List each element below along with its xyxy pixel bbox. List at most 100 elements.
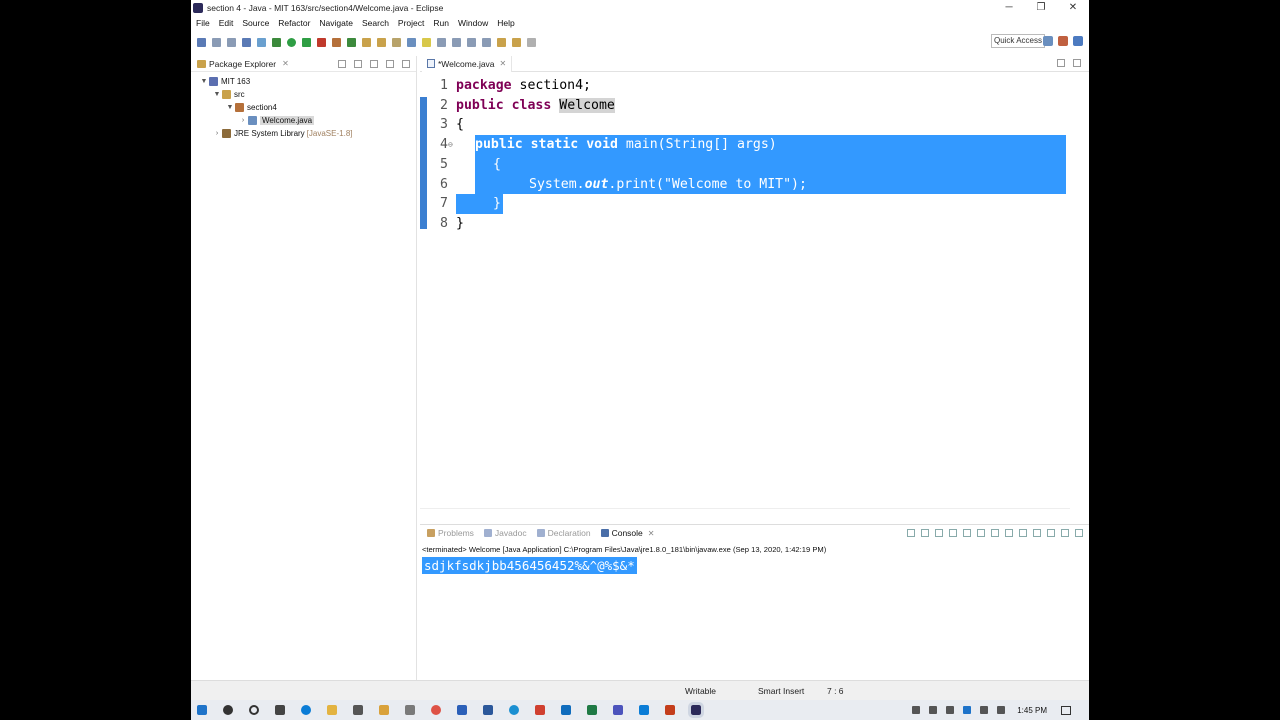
taskbar-clock[interactable]: 1:45 PM (1017, 706, 1047, 715)
word-icon[interactable] (483, 705, 493, 715)
chevron-right-icon[interactable]: › (212, 130, 222, 137)
store-icon[interactable] (353, 705, 363, 715)
run-icon[interactable] (287, 37, 296, 47)
cortana-icon[interactable] (249, 705, 259, 715)
edge-legacy-icon[interactable] (639, 705, 649, 715)
terminal-icon[interactable] (242, 37, 251, 47)
chevron-down-icon[interactable]: ▼ (212, 91, 222, 98)
open-type-icon[interactable] (377, 37, 386, 47)
outlook-icon[interactable] (561, 705, 571, 715)
media-icon[interactable] (535, 705, 545, 715)
menu-source[interactable]: Source (242, 18, 269, 28)
maximize-icon[interactable] (1073, 59, 1081, 67)
tab-declaration[interactable]: Declaration (532, 525, 596, 541)
tree-item[interactable]: ▼ MIT 163 (191, 75, 416, 88)
minimize-icon[interactable] (1061, 529, 1069, 537)
chevron-up-icon[interactable] (912, 706, 921, 714)
clear-console-icon[interactable] (949, 529, 957, 537)
show-on-error-icon[interactable] (1005, 529, 1013, 537)
new-icon[interactable] (197, 37, 206, 47)
menu-run[interactable]: Run (433, 18, 449, 28)
tree-item[interactable]: › JRE System Library [JavaSE-1.8] (191, 127, 416, 140)
file-explorer-icon[interactable] (327, 705, 337, 715)
java-perspective-icon[interactable] (1073, 36, 1083, 46)
console-output[interactable]: sdjkfsdkjbb456456452%&^@%$&* (422, 557, 637, 574)
network-icon[interactable] (946, 706, 955, 714)
vertical-scrollbar[interactable] (1071, 76, 1089, 506)
menu-refactor[interactable]: Refactor (278, 18, 310, 28)
maximize-icon[interactable] (1075, 529, 1083, 537)
toggle-mark-icon[interactable] (407, 37, 416, 47)
save-all-icon[interactable] (227, 37, 236, 47)
tree-item[interactable]: ▼ section4 (191, 101, 416, 114)
next-annotation-icon[interactable] (467, 37, 476, 47)
search-icon[interactable] (223, 705, 233, 715)
close-icon[interactable]: ✕ (648, 529, 655, 538)
horizontal-scrollbar[interactable] (420, 508, 1070, 518)
menu-project[interactable]: Project (398, 18, 424, 28)
debug-icon[interactable] (272, 37, 281, 47)
java-ee-perspective-icon[interactable] (1058, 36, 1068, 46)
terminate-icon[interactable] (907, 529, 915, 537)
folder-icon[interactable] (379, 705, 389, 715)
display-console-icon[interactable] (1033, 529, 1041, 537)
menu-edit[interactable]: Edit (219, 18, 234, 28)
quick-access-field[interactable]: Quick Access (991, 34, 1045, 48)
remove-all-icon[interactable] (935, 529, 943, 537)
teams-icon[interactable] (613, 705, 623, 715)
menu-file[interactable]: File (196, 18, 210, 28)
close-button[interactable]: ✕ (1057, 0, 1089, 16)
fold-collapse-icon[interactable]: ⊖ (448, 135, 456, 155)
new-java-project-icon[interactable] (332, 37, 341, 47)
eclipse-taskbar-icon[interactable] (688, 702, 704, 718)
calculator-icon[interactable] (405, 705, 415, 715)
scroll-lock-icon[interactable] (963, 529, 971, 537)
edge-icon[interactable] (301, 705, 311, 715)
new-package-icon[interactable] (347, 37, 356, 47)
tab-javadoc[interactable]: Javadoc (479, 525, 532, 541)
app-icon[interactable] (457, 705, 467, 715)
maximize-icon[interactable] (402, 59, 410, 68)
minimize-icon[interactable] (386, 59, 394, 68)
browser-icon[interactable] (509, 705, 519, 715)
show-whitespace-icon[interactable] (437, 37, 446, 47)
external-tools-icon[interactable] (317, 37, 326, 47)
remove-launch-icon[interactable] (921, 529, 929, 537)
battery-icon[interactable] (997, 706, 1006, 714)
save-icon[interactable] (212, 37, 221, 47)
editor-tab-welcome[interactable]: *Welcome.java ✕ (422, 55, 513, 72)
minimize-icon[interactable] (1057, 59, 1065, 67)
close-icon[interactable]: ✕ (500, 59, 507, 68)
forward-icon[interactable] (527, 37, 536, 47)
tree-item[interactable]: › Welcome.java (191, 114, 416, 127)
chevron-right-icon[interactable]: › (238, 117, 248, 124)
excel-icon[interactable] (587, 705, 597, 715)
coverage-icon[interactable] (302, 37, 311, 47)
restore-button[interactable]: ❐ (1025, 0, 1057, 16)
collapse-all-icon[interactable] (338, 59, 346, 68)
tree-item[interactable]: ▼ src (191, 88, 416, 101)
chrome-icon[interactable] (431, 705, 441, 715)
link-with-editor-icon[interactable] (354, 59, 362, 68)
tab-problems[interactable]: Problems (422, 525, 479, 541)
block-selection-icon[interactable] (452, 37, 461, 47)
open-console-icon[interactable] (1047, 529, 1055, 537)
insert-mode-status[interactable]: Smart Insert (758, 686, 804, 696)
chevron-down-icon[interactable]: ▼ (225, 104, 235, 111)
new-class-icon[interactable] (362, 37, 371, 47)
search-icon[interactable] (392, 37, 401, 47)
previous-annotation-icon[interactable] (482, 37, 491, 47)
skip-breakpoints-icon[interactable] (257, 37, 266, 47)
menu-navigate[interactable]: Navigate (319, 18, 353, 28)
open-perspective-icon[interactable] (1043, 36, 1053, 46)
notification-icon[interactable] (1061, 705, 1071, 715)
tab-console[interactable]: Console ✕ (595, 525, 660, 541)
minimize-button[interactable]: ─ (993, 0, 1025, 16)
menu-help[interactable]: Help (497, 18, 514, 28)
powerpoint-icon[interactable] (665, 705, 675, 715)
package-explorer-tab[interactable]: Package Explorer ✕ (191, 56, 416, 72)
task-view-icon[interactable] (275, 705, 285, 715)
highlight-icon[interactable] (422, 37, 431, 47)
view-menu-icon[interactable] (370, 59, 378, 68)
menu-search[interactable]: Search (362, 18, 389, 28)
